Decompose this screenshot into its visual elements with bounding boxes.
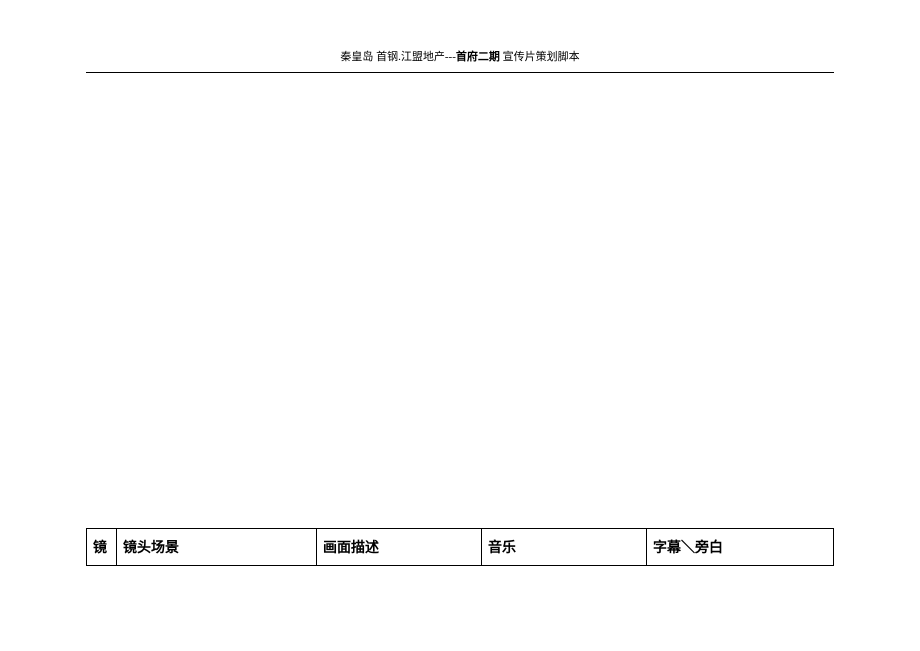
table-header-shot: 镜	[87, 529, 117, 566]
script-table: 镜 镜头场景 画面描述 音乐 字幕＼旁白	[86, 528, 834, 566]
table-header-scene: 镜头场景	[117, 529, 317, 566]
header-text-suffix: 宣传片策划脚本	[500, 51, 580, 63]
header-underline	[86, 72, 834, 73]
page-header: 秦皇岛 首钢.江盟地产---首府二期 宣传片策划脚本	[0, 0, 920, 70]
table-header-subtitle: 字幕＼旁白	[647, 529, 834, 566]
header-text-bold: 首府二期	[456, 51, 500, 63]
table-header-music: 音乐	[482, 529, 647, 566]
header-text-prefix: 秦皇岛 首钢.江盟地产---	[340, 51, 456, 63]
script-table-wrapper: 镜 镜头场景 画面描述 音乐 字幕＼旁白	[86, 528, 834, 566]
table-header-description: 画面描述	[317, 529, 482, 566]
table-header-row: 镜 镜头场景 画面描述 音乐 字幕＼旁白	[87, 529, 834, 566]
